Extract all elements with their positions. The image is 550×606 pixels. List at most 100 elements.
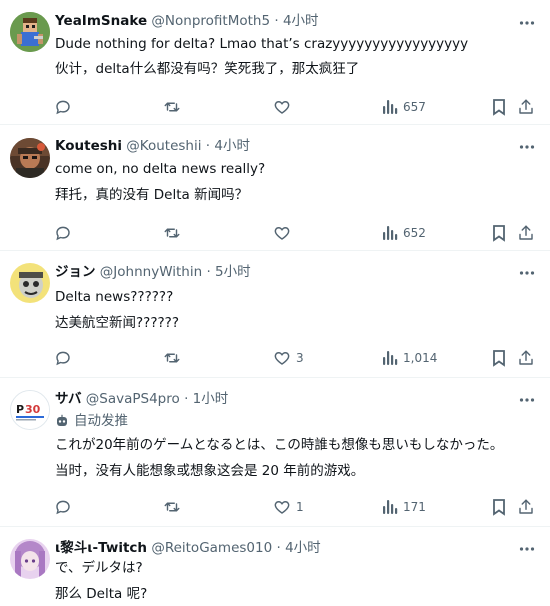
anime-girl-avatar-icon[interactable]	[10, 539, 50, 579]
reply-button[interactable]	[54, 97, 72, 117]
share-button[interactable]	[517, 223, 535, 243]
views-bar-chart-icon	[383, 351, 398, 365]
timestamp[interactable]: 4小时	[214, 138, 250, 154]
retweet-icon	[164, 502, 180, 512]
reply-button[interactable]	[54, 223, 72, 243]
share-button[interactable]	[517, 348, 535, 368]
retweet-button[interactable]	[163, 497, 181, 517]
reply-tweet[interactable]: Kouteshi @Kouteshii · 4小时 come on, no de…	[0, 125, 550, 250]
reply-tweet[interactable]: YeaImSnake @NonprofitMoth5 · 4小时 Dude no…	[0, 0, 550, 124]
user-handle[interactable]: @NonprofitMoth5	[151, 13, 270, 29]
tweet-header: Kouteshi @Kouteshii · 4小时	[55, 137, 250, 155]
more-options-icon[interactable]	[518, 138, 536, 156]
view-count: 171	[403, 500, 426, 514]
tweet-header: サバ @SavaPS4pro · 1小时	[55, 390, 228, 408]
user-handle[interactable]: @Kouteshii	[126, 138, 201, 154]
bookmark-button[interactable]	[491, 97, 507, 117]
display-name[interactable]: YeaImSnake	[55, 13, 147, 29]
more-options-icon[interactable]	[518, 264, 536, 282]
like-button[interactable]	[273, 223, 296, 243]
retweet-icon	[164, 228, 180, 238]
user-handle[interactable]: @JohnnyWithin	[100, 264, 202, 280]
ps-30th-anniversary-avatar-icon[interactable]: P 30	[10, 390, 50, 430]
share-button[interactable]	[517, 97, 535, 117]
bookmark-icon	[493, 499, 505, 516]
like-button[interactable]: 1	[273, 497, 304, 517]
automated-text: 自动发推	[74, 413, 128, 429]
heart-icon	[274, 352, 290, 365]
pixel-character-avatar-icon[interactable]	[10, 12, 50, 52]
timestamp[interactable]: 5小时	[215, 264, 251, 280]
tweet-header: YeaImSnake @NonprofitMoth5 · 4小时	[55, 12, 319, 30]
reply-icon	[56, 500, 70, 515]
tweet-text-translation: 达美航空新闻??????	[55, 315, 179, 331]
tweet-actions: 652	[0, 223, 550, 243]
view-count: 1,014	[403, 351, 438, 365]
svg-text:30: 30	[25, 403, 41, 416]
views-button[interactable]: 652	[382, 223, 426, 243]
reply-tweet[interactable]: ι黎斗ι-Twitch @ReitoGames010 · 4小时 で、デルタは?…	[0, 527, 550, 606]
display-name[interactable]: ジョン	[55, 264, 96, 280]
reply-tweet[interactable]: ジョン @JohnnyWithin · 5小时 Delta news??????…	[0, 251, 550, 377]
user-handle[interactable]: @ReitoGames010	[151, 540, 272, 556]
soldier-avatar-icon[interactable]	[10, 138, 50, 178]
tweet-header: ι黎斗ι-Twitch @ReitoGames010 · 4小时	[55, 539, 321, 557]
like-button[interactable]: 3	[273, 348, 304, 368]
display-name[interactable]: ι黎斗ι-Twitch	[55, 540, 147, 556]
reply-tweet[interactable]: P 30 サバ @SavaPS4pro · 1小时 自动发推 これが20年前のゲ…	[0, 378, 550, 526]
like-button[interactable]	[273, 97, 296, 117]
bookmark-icon	[493, 99, 505, 116]
retweet-button[interactable]	[163, 97, 181, 117]
separator-dot: ·	[206, 264, 211, 280]
views-button[interactable]: 171	[382, 497, 426, 517]
heart-icon	[274, 227, 290, 240]
tweet-text-translation: 那么 Delta 呢?	[55, 586, 148, 602]
retweet-icon	[164, 102, 180, 112]
more-options-icon[interactable]	[518, 14, 536, 32]
display-name[interactable]: Kouteshi	[55, 138, 122, 154]
separator-dot: ·	[184, 391, 189, 407]
retweet-button[interactable]	[163, 348, 181, 368]
tweet-text-original: これが20年前のゲームとなるとは、この時誰も想像も思いもしなかった。	[55, 437, 504, 453]
cartoon-face-avatar-icon[interactable]	[10, 263, 50, 303]
share-icon	[519, 225, 533, 240]
timestamp[interactable]: 4小时	[283, 13, 319, 29]
reply-button[interactable]	[54, 348, 72, 368]
user-handle[interactable]: @SavaPS4pro	[86, 391, 180, 407]
bookmark-button[interactable]	[491, 497, 507, 517]
bookmark-icon	[493, 225, 505, 242]
share-button[interactable]	[517, 497, 535, 517]
views-bar-chart-icon	[383, 100, 398, 114]
tweet-actions: 3 1,014	[0, 348, 550, 368]
svg-text:P: P	[16, 403, 24, 416]
retweet-button[interactable]	[163, 223, 181, 243]
reply-icon	[56, 226, 70, 241]
tweet-text-translation: 当时，没有人能想象或想象这会是 20 年前的游戏。	[55, 463, 365, 479]
retweet-icon	[164, 353, 180, 363]
bookmark-icon	[493, 350, 505, 367]
views-button[interactable]: 657	[382, 97, 426, 117]
more-options-icon[interactable]	[518, 540, 536, 558]
separator-dot: ·	[205, 138, 211, 154]
tweet-text-translation: 伙计，delta什么都没有吗？笑死我了，那太疯狂了	[55, 61, 360, 77]
tweet-text-original: come on, no delta news really?	[55, 161, 266, 177]
bookmark-button[interactable]	[491, 348, 507, 368]
tweet-header: ジョン @JohnnyWithin · 5小时	[55, 263, 251, 281]
view-count: 657	[403, 100, 426, 114]
more-options-icon[interactable]	[518, 391, 536, 409]
reply-icon	[56, 351, 70, 366]
tweet-text-original: で、デルタは?	[55, 560, 143, 576]
tweet-actions: 1 171	[0, 497, 550, 517]
timestamp[interactable]: 1小时	[193, 391, 229, 407]
like-count: 1	[296, 500, 304, 514]
share-icon	[519, 499, 533, 514]
separator-dot: ·	[274, 13, 279, 29]
tweet-text-translation: 拜托，真的没有 Delta 新闻吗？	[55, 187, 249, 203]
views-button[interactable]: 1,014	[382, 348, 437, 368]
reply-button[interactable]	[54, 497, 72, 517]
automated-label: 自动发推	[55, 412, 128, 430]
bookmark-button[interactable]	[491, 223, 507, 243]
display-name[interactable]: サバ	[55, 391, 81, 407]
timestamp[interactable]: 4小时	[285, 540, 321, 556]
tweet-actions: 657	[0, 97, 550, 117]
